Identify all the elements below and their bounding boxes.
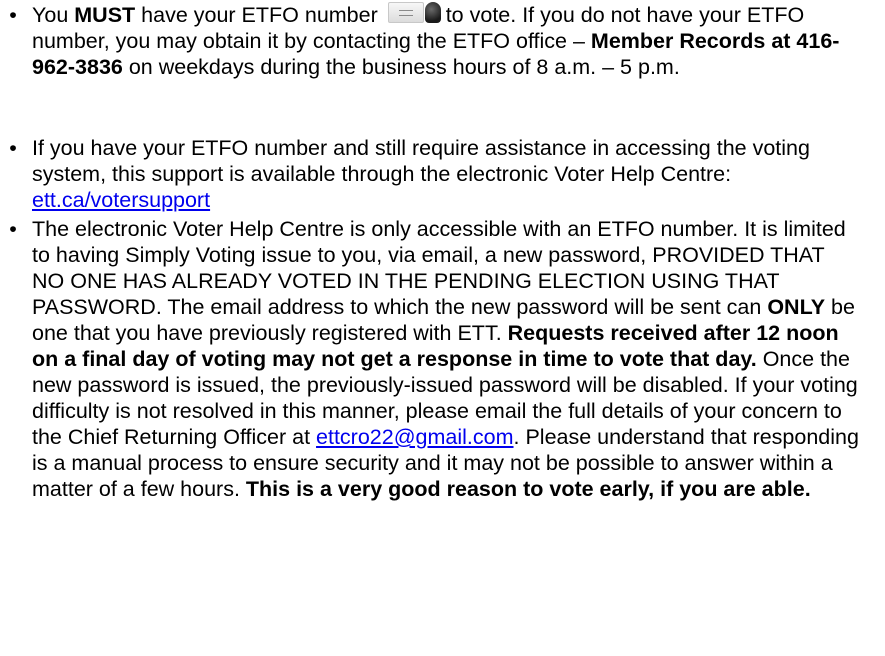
bullet-glyph: • [9,3,17,27]
cro-email-link[interactable]: ettcro22@gmail.com [316,425,513,449]
document-page: • You MUST have your ETFO number to vote… [0,0,885,656]
item3-bold-vote-early: This is a very good reason to vote early… [245,477,811,501]
list-item-help-centre: • The electronic Voter Help Centre is on… [0,216,862,502]
item3-bold-only: ONLY [767,295,826,319]
person-head-icon [424,2,441,23]
bullet-glyph: • [9,136,17,160]
item1-bold-must: MUST [74,3,136,27]
bullet-glyph: • [9,217,17,241]
item1-text-2: have your ETFO number [135,3,384,27]
list-item-voter-support: • If you have your ETFO number and still… [0,135,862,213]
item3-text-1: The electronic Voter Help Centre is only… [32,217,846,319]
member-card-icon [387,2,441,24]
item1-text-4: on weekdays during the business hours of… [122,55,680,79]
item2-text-1: If you have your ETFO number and still r… [32,136,810,186]
list-item-etfo-number: • You MUST have your ETFO number to vote… [0,2,862,80]
item1-text-1: You [32,3,75,27]
votersupport-link[interactable]: ett.ca/votersupport [32,188,210,212]
card-shape [387,2,424,23]
